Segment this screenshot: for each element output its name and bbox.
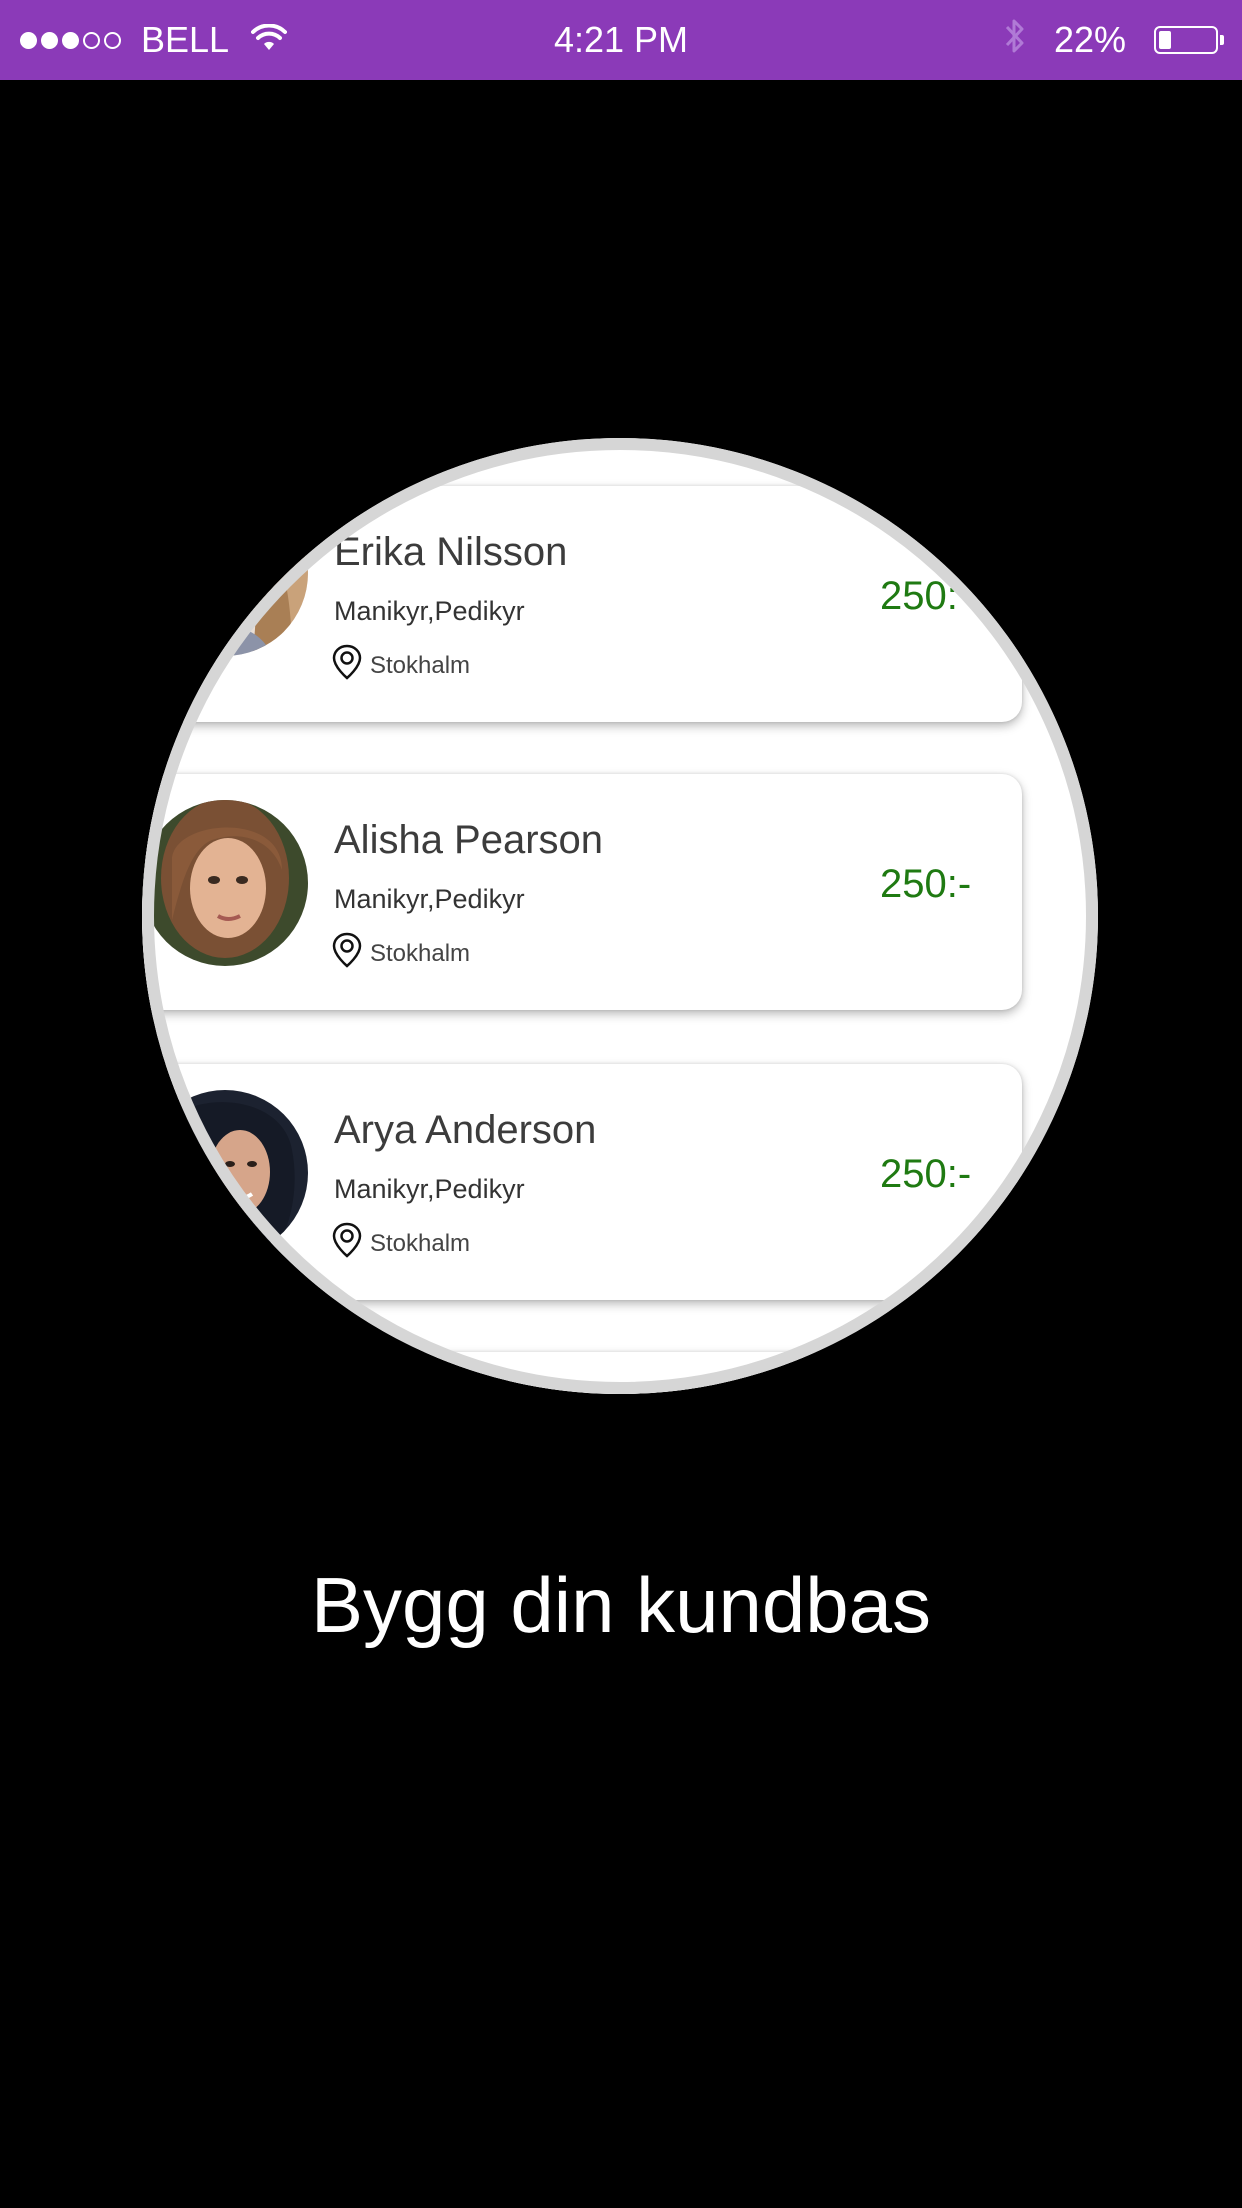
specialist-services: Manikyr,Pedikyr [334, 596, 525, 626]
battery-percentage: 22% [1053, 19, 1126, 60]
battery-body [1154, 26, 1218, 54]
list-item[interactable]: Arya Anderson Manikyr,Pedikyr Stokhalm 2… [142, 1064, 1022, 1300]
avatar [142, 490, 308, 656]
location-label: Stokhalm [370, 1229, 471, 1257]
location-pin-icon [332, 932, 362, 975]
battery-fill [1159, 31, 1171, 49]
location-row: Stokhalm [332, 1222, 470, 1265]
specialist-name: Alisha Pearson [334, 818, 604, 862]
list-item[interactable]: Alisha Pearson Manikyr,Pedikyr Stokhalm … [142, 774, 1022, 1010]
bluetooth-icon [1004, 16, 1026, 65]
magnifier-preview: Erika Nilsson Manikyr,Pedikyr Stokhalm 2… [142, 438, 1098, 1394]
price-label: 250:- [880, 862, 972, 906]
list-item[interactable]: Erika Nilsson Manikyr,Pedikyr Stokhalm 2… [142, 486, 1022, 722]
battery-tip [1220, 35, 1224, 45]
location-row: Stokhalm [332, 932, 470, 975]
location-label: Stokhalm [370, 939, 471, 967]
battery-icon [1154, 26, 1224, 54]
specialist-services: Manikyr,Pedikyr [334, 1174, 525, 1204]
status-bar: BELL 4:21 PM 22% [0, 0, 1242, 80]
price-label: 250:- [880, 1152, 972, 1196]
avatar [142, 800, 308, 966]
location-pin-icon [332, 1222, 362, 1265]
list-item [142, 1352, 1022, 1394]
location-pin-icon [332, 644, 362, 687]
onboarding-title: Bygg din kundbas [310, 1561, 932, 1649]
specialist-name: Erika Nilsson [334, 530, 568, 574]
status-right: 22% [1004, 0, 1224, 80]
location-label: Stokhalm [370, 651, 471, 679]
location-row: Stokhalm [332, 644, 470, 687]
specialist-services: Manikyr,Pedikyr [334, 884, 525, 914]
avatar [142, 1090, 308, 1256]
specialist-name: Arya Anderson [334, 1108, 597, 1152]
price-label: 250: [880, 574, 958, 618]
